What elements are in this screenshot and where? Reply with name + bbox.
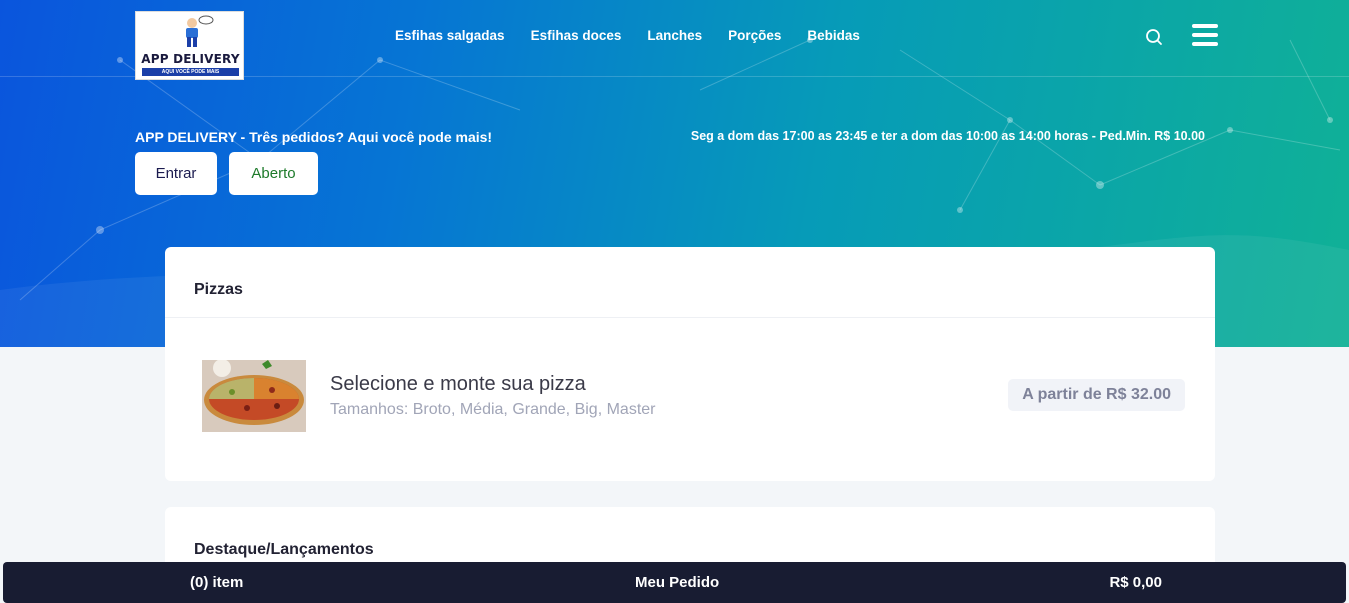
nav-bebidas[interactable]: Bebidas [807, 28, 860, 43]
search-icon[interactable] [1144, 27, 1164, 47]
cart-title: Meu Pedido [635, 574, 720, 591]
category-nav: Esfihas salgadas Esfihas doces Lanches P… [395, 28, 860, 43]
app-logo[interactable]: APP DELIVERY AQUI VOCÊ PODE MAIS [135, 11, 244, 80]
nav-esfihas-salgadas[interactable]: Esfihas salgadas [395, 28, 505, 43]
store-tagline: APP DELIVERY - Três pedidos? Aqui você p… [135, 129, 493, 145]
section-pizzas: Pizzas Selecione e monte sua pizza Taman… [165, 247, 1215, 481]
product-name: Selecione e monte sua pizza [330, 373, 586, 395]
section-title: Pizzas [165, 247, 1215, 318]
cart-total: R$ 0,00 [1109, 574, 1162, 591]
logo-tagline: AQUI VOCÊ PODE MAIS [142, 68, 239, 76]
opening-hours: Seg a dom das 17:00 as 23:45 e ter a dom… [690, 129, 1205, 143]
hamburger-menu-icon[interactable] [1192, 24, 1218, 50]
nav-lanches[interactable]: Lanches [647, 28, 702, 43]
top-navbar: APP DELIVERY AQUI VOCÊ PODE MAIS Esfihas… [0, 0, 1349, 80]
logo-brand: APP DELIVERY [141, 52, 240, 66]
delivery-mascot-icon [186, 15, 214, 47]
product-sizes: Tamanhos: Broto, Média, Grande, Big, Mas… [330, 401, 656, 418]
product-item[interactable]: Selecione e monte sua pizza Tamanhos: Br… [165, 318, 1215, 480]
product-image [202, 360, 306, 432]
store-status-button[interactable]: Aberto [229, 152, 318, 195]
cart-item-count: (0) item [190, 574, 244, 591]
nav-porcoes[interactable]: Porções [728, 28, 781, 43]
nav-esfihas-doces[interactable]: Esfihas doces [531, 28, 622, 43]
login-button[interactable]: Entrar [135, 152, 217, 195]
price-badge: A partir de R$ 32.00 [1008, 379, 1185, 411]
cart-bar[interactable]: (0) item Meu Pedido R$ 0,00 [3, 562, 1346, 603]
